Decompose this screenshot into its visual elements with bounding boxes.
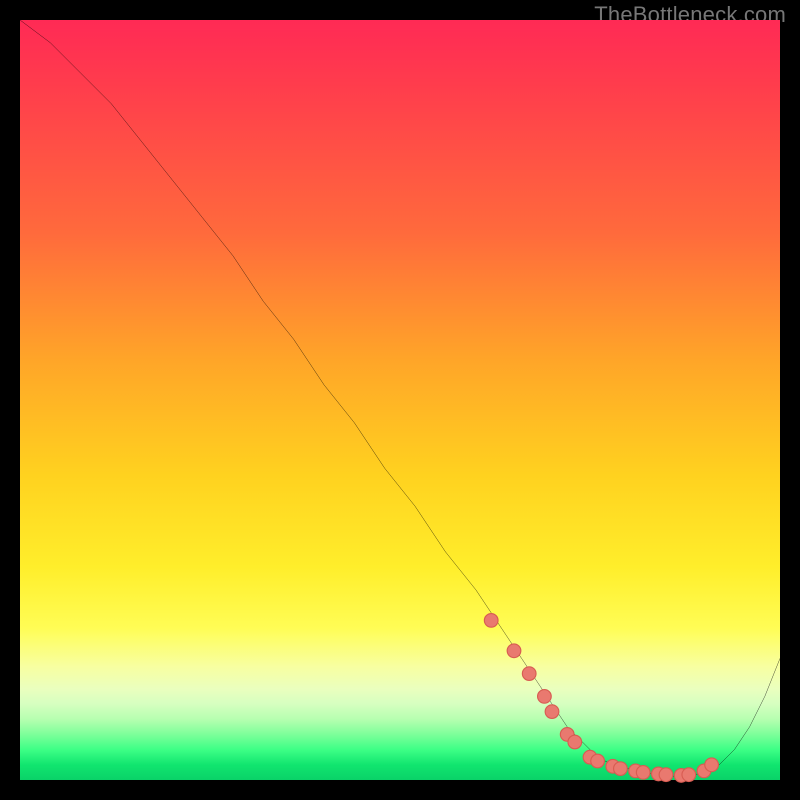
marker-dot [659, 768, 673, 782]
marker-dot [545, 705, 559, 719]
trough-markers [484, 614, 718, 783]
marker-dot [522, 667, 536, 681]
marker-dot [591, 754, 605, 768]
curve-svg [20, 20, 780, 780]
marker-dot [568, 735, 582, 749]
marker-dot [705, 758, 719, 772]
plot-area [20, 20, 780, 780]
bottleneck-curve [20, 20, 780, 776]
marker-dot [682, 768, 696, 782]
marker-dot [507, 644, 521, 658]
marker-dot [538, 690, 552, 704]
marker-dot [614, 762, 628, 776]
marker-dot [636, 766, 650, 780]
chart-stage: TheBottleneck.com [0, 0, 800, 800]
marker-dot [484, 614, 498, 628]
